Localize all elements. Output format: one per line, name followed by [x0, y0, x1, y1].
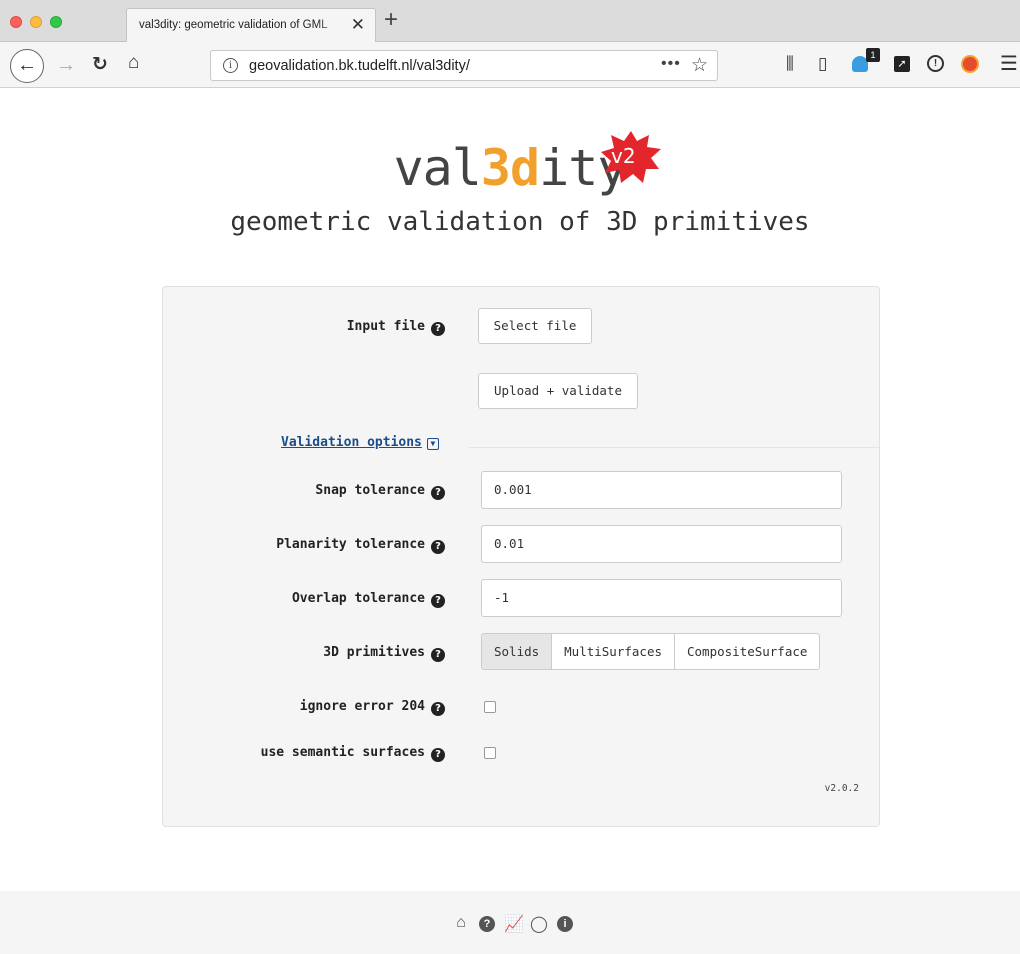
home-icon[interactable]: ⌂: [128, 52, 139, 74]
semantic-surfaces-label: use semantic surfaces?: [261, 745, 445, 762]
planarity-tolerance-label-text: Planarity tolerance: [276, 537, 425, 552]
new-tab-button[interactable]: +: [384, 6, 398, 34]
help-icon[interactable]: ?: [431, 486, 445, 500]
overlap-tolerance-input[interactable]: -1: [481, 579, 842, 617]
info-icon[interactable]: i: [556, 914, 574, 934]
help-icon[interactable]: ?: [431, 748, 445, 762]
ignore-error-checkbox[interactable]: [484, 701, 496, 713]
logo: val3dity: [0, 139, 1020, 197]
browser-tab[interactable]: val3dity: geometric validation of GML ✕: [126, 8, 376, 42]
forward-arrow-icon[interactable]: →: [56, 54, 76, 77]
form-panel: Input file? Select file Upload + validat…: [162, 286, 880, 827]
caret-down-icon[interactable]: ▼: [426, 438, 439, 450]
help-icon[interactable]: ?: [431, 322, 445, 336]
logo-text-accent: 3d: [480, 139, 540, 197]
page-actions-icon[interactable]: •••: [661, 55, 681, 73]
planarity-tolerance-input[interactable]: 0.01: [481, 525, 842, 563]
ignore-error-label: ignore error 204?: [300, 699, 445, 716]
help-icon[interactable]: ?: [431, 648, 445, 662]
sidebar-icon[interactable]: ▯: [818, 54, 827, 74]
library-icon[interactable]: ⫼: [786, 54, 794, 74]
hamburger-menu-icon[interactable]: ☰: [1000, 51, 1018, 76]
reload-icon[interactable]: ↻: [92, 53, 108, 76]
ignore-error-label-text: ignore error 204: [299, 699, 425, 714]
primitives-segmented-control: Solids MultiSurfaces CompositeSurface: [481, 633, 821, 670]
extension-cursor-icon[interactable]: ➚: [894, 56, 910, 72]
github-icon[interactable]: ◯: [530, 914, 548, 934]
overlap-tolerance-label: Overlap tolerance?: [292, 591, 445, 608]
upload-validate-button[interactable]: Upload + validate: [478, 373, 638, 409]
semantic-surfaces-checkbox[interactable]: [484, 747, 496, 759]
help-icon[interactable]: ?: [431, 594, 445, 608]
address-bar[interactable]: i geovalidation.bk.tudelft.nl/val3dity/ …: [210, 50, 718, 81]
planarity-tolerance-label: Planarity tolerance?: [276, 537, 445, 554]
input-file-label-text: Input file: [346, 319, 425, 334]
stats-icon[interactable]: 📈: [504, 914, 524, 934]
snap-tolerance-label-text: Snap tolerance: [315, 483, 425, 498]
extension-red-icon[interactable]: [961, 55, 979, 73]
extension-info-icon[interactable]: !: [927, 55, 944, 72]
primitives-label-text: 3D primitives: [323, 645, 425, 660]
semantic-surfaces-label-text: use semantic surfaces: [260, 745, 425, 760]
snap-tolerance-label: Snap tolerance?: [315, 483, 445, 500]
window-minimize-button[interactable]: [30, 16, 42, 28]
page-content: val3dity v2 geometric validation of 3D p…: [0, 89, 1020, 954]
extension-badge: 1: [866, 48, 880, 62]
browser-tab-bar: val3dity: geometric validation of GML ✕ …: [0, 0, 1020, 42]
window-close-button[interactable]: [10, 16, 22, 28]
tagline: geometric validation of 3D primitives: [230, 207, 810, 237]
version-badge: v2: [611, 144, 636, 168]
home-icon[interactable]: ⌂: [452, 914, 470, 934]
primitives-label: 3D primitives?: [323, 645, 445, 662]
back-arrow-icon[interactable]: ←: [10, 49, 44, 83]
site-info-icon[interactable]: i: [223, 58, 238, 73]
options-divider: [469, 447, 879, 448]
help-icon[interactable]: ?: [431, 540, 445, 554]
help-icon[interactable]: ?: [478, 914, 496, 934]
overlap-tolerance-label-text: Overlap tolerance: [291, 591, 425, 606]
browser-nav-bar: ← → ↻ ⌂ i geovalidation.bk.tudelft.nl/va…: [0, 42, 1020, 88]
tab-title: val3dity: geometric validation of GML: [139, 19, 328, 31]
tab-close-icon[interactable]: ✕: [351, 15, 365, 35]
help-icon[interactable]: ?: [431, 702, 445, 716]
snap-tolerance-input[interactable]: 0.001: [481, 471, 842, 509]
primitive-option-compositesurface[interactable]: CompositeSurface: [674, 633, 821, 670]
validation-options-text[interactable]: Validation options: [281, 435, 422, 450]
bookmark-star-icon[interactable]: ☆: [691, 54, 708, 77]
validation-options-toggle[interactable]: Validation options ▼: [281, 435, 439, 450]
url-text[interactable]: geovalidation.bk.tudelft.nl/val3dity/: [249, 58, 470, 74]
version-label: v2.0.2: [824, 783, 859, 794]
window-zoom-button[interactable]: [50, 16, 62, 28]
logo-text-pre: val: [393, 139, 482, 197]
select-file-button[interactable]: Select file: [478, 308, 592, 344]
input-file-label: Input file?: [347, 319, 445, 336]
footer: ⌂ ? 📈 ◯ i: [0, 891, 1020, 954]
primitive-option-solids[interactable]: Solids: [481, 633, 553, 670]
primitive-option-multisurfaces[interactable]: MultiSurfaces: [551, 633, 675, 670]
footer-icons: ⌂ ? 📈 ◯ i: [452, 914, 574, 934]
